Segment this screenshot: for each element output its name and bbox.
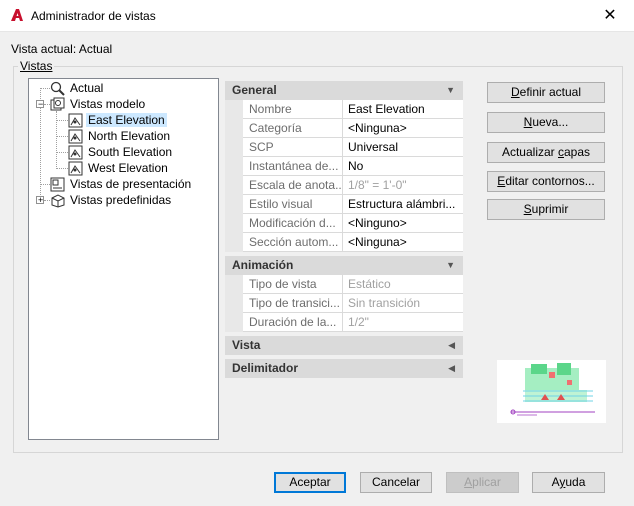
expand-arrow-icon: ◀ xyxy=(448,340,455,350)
prop-row-tipo-transicion: Tipo de transici... Sin transición xyxy=(225,294,463,313)
expand-arrow-icon: ◀ xyxy=(448,363,455,373)
autocad-a-icon xyxy=(11,9,23,21)
section-animacion-header[interactable]: Animación ▼ xyxy=(225,256,463,275)
apply-button: Aplicar xyxy=(446,472,519,493)
prop-row-duracion: Duración de la... 1/2" xyxy=(225,313,463,332)
tree-item-east-elevation[interactable]: East Elevation xyxy=(67,112,167,128)
view-preview-thumbnail xyxy=(497,360,606,423)
new-view-button[interactable]: Nueva... xyxy=(487,112,605,133)
section-vista-header[interactable]: Vista ◀ xyxy=(225,336,463,355)
prop-row-scp[interactable]: SCP Universal xyxy=(225,138,463,157)
update-layers-button[interactable]: Actualizar capas xyxy=(487,142,605,163)
prop-row-estilo-visual[interactable]: Estilo visual Estructura alámbri... xyxy=(225,195,463,214)
tree-item-layout-views[interactable]: Vistas de presentación xyxy=(49,176,193,192)
prop-row-seccion-automatica[interactable]: Sección autom... <Ninguna> xyxy=(225,233,463,252)
prop-row-nombre[interactable]: Nombre East Elevation xyxy=(225,100,463,119)
tree-item-west-elevation[interactable]: West Elevation xyxy=(67,160,170,176)
layout-views-icon xyxy=(49,177,66,192)
preset-views-icon xyxy=(49,193,66,208)
views-tree[interactable]: − + Actual Vistas modelo East Elevation … xyxy=(28,78,219,440)
prop-row-escala-anotativa: Escala de anota... 1/8" = 1'-0" xyxy=(225,176,463,195)
help-button[interactable]: Ayuda xyxy=(532,472,605,493)
prop-row-tipo-vista: Tipo de vista Estático xyxy=(225,275,463,294)
model-views-icon xyxy=(49,97,66,112)
ok-button[interactable]: Aceptar xyxy=(274,472,346,493)
close-icon[interactable]: ✕ xyxy=(600,5,620,25)
tree-item-preset-views[interactable]: Vistas predefinidas xyxy=(49,192,173,208)
prop-row-instantanea[interactable]: Instantánea de... No xyxy=(225,157,463,176)
title-bar: Administrador de vistas ✕ xyxy=(0,0,634,32)
cancel-button[interactable]: Cancelar xyxy=(360,472,432,493)
collapse-model-views-toggle[interactable]: − xyxy=(36,100,44,109)
section-delimitador-header[interactable]: Delimitador ◀ xyxy=(225,359,463,378)
magnifier-icon xyxy=(49,81,66,97)
current-view-label: Vista actual: Actual xyxy=(11,42,113,56)
prop-row-categoria[interactable]: Categoría <Ninguna> xyxy=(225,119,463,138)
named-view-icon xyxy=(67,113,84,128)
edit-boundaries-button[interactable]: Editar contornos... xyxy=(487,171,605,192)
named-view-icon xyxy=(67,129,84,144)
collapse-arrow-icon: ▼ xyxy=(446,260,455,270)
named-view-icon xyxy=(67,161,84,176)
collapse-arrow-icon: ▼ xyxy=(446,85,455,95)
tree-item-actual[interactable]: Actual xyxy=(49,80,105,97)
named-view-icon xyxy=(67,145,84,160)
section-general-header[interactable]: General ▼ xyxy=(225,81,463,100)
prop-row-modificacion[interactable]: Modificación d... <Ninguno> xyxy=(225,214,463,233)
expand-preset-views-toggle[interactable]: + xyxy=(36,196,44,205)
tree-item-north-elevation[interactable]: North Elevation xyxy=(67,128,172,144)
tree-item-south-elevation[interactable]: South Elevation xyxy=(67,144,174,160)
delete-button[interactable]: Suprimir xyxy=(487,199,605,220)
window-title: Administrador de vistas xyxy=(31,9,156,23)
set-current-button[interactable]: Definir actual xyxy=(487,82,605,103)
tree-item-model-views[interactable]: Vistas modelo xyxy=(49,96,147,112)
group-title: Vistas xyxy=(18,59,55,73)
